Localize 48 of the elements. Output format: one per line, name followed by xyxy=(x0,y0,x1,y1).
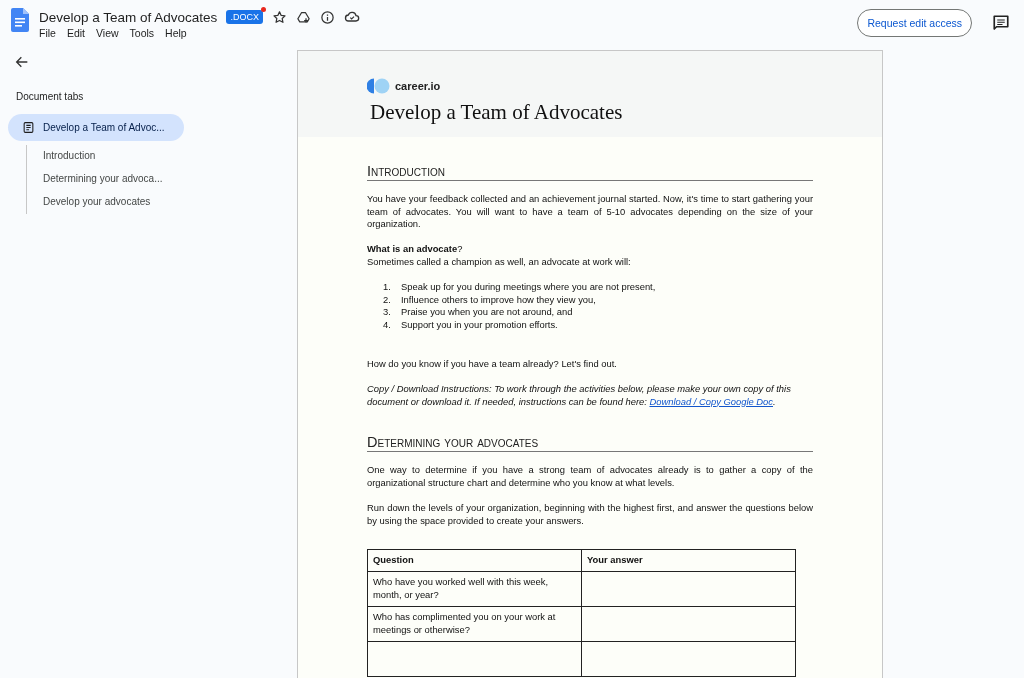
list-item-text: Praise you when you are not around, and xyxy=(401,306,573,320)
question-cell: Who has complimented you on your work at meetings or otherwise? xyxy=(367,606,582,642)
info-icon[interactable] xyxy=(319,9,335,25)
document-tab[interactable]: Develop a Team of Advoc... xyxy=(8,114,184,141)
comments-icon[interactable] xyxy=(992,14,1010,32)
body-text: How do you know if you have a team already? Let's find out. xyxy=(367,357,618,371)
body-text: What is an advocate? xyxy=(367,243,464,256)
list-item-text: Support you in your promotion efforts. xyxy=(401,319,558,332)
list-number: 4. xyxy=(383,319,392,332)
menu-item[interactable]: File xyxy=(39,27,56,39)
answer-cell[interactable] xyxy=(581,571,796,607)
column-header: Question xyxy=(367,549,582,572)
body-text: You have your feedback collected and an achievement journal started. Now, it's time to start gathering your team of advocates. You will want to have a team of 5-10 advocates depending on the size of your organization. xyxy=(367,192,813,232)
body-text: One way to determine if you have a strong team of advocates already is to gather a copy of the organizational structure chart and determine who you know at what levels. xyxy=(367,464,813,490)
drive-move-icon[interactable] xyxy=(295,9,311,25)
section-heading: Introduction xyxy=(367,165,813,181)
body-text: Sometimes called a champion as well, an advocate at work will: xyxy=(367,256,632,269)
list-number: 1. xyxy=(383,280,392,294)
sidebar-heading: Document tabs xyxy=(16,91,84,102)
list-number: 3. xyxy=(383,306,392,320)
star-icon[interactable] xyxy=(271,9,287,25)
file-type-badge: .DOCX xyxy=(226,10,263,24)
question-cell: Who have you worked well with this week, month, or year? xyxy=(367,571,582,607)
brand-logo-icon xyxy=(367,78,391,94)
section-heading: Determining your advocates xyxy=(367,436,813,453)
list-item-text: Influence others to improve how they view you, xyxy=(401,293,596,307)
document-title[interactable]: Develop a Team of Advocates xyxy=(39,9,218,25)
menu-item[interactable]: Edit xyxy=(66,27,85,39)
request-edit-access-button[interactable]: Request edit access xyxy=(857,9,972,37)
list-item-text: Speak up for you during meetings where you are not present, xyxy=(401,280,656,294)
brand-name: career.io xyxy=(395,80,441,92)
back-arrow-icon[interactable] xyxy=(14,54,30,70)
outline-item[interactable]: Develop your advocates xyxy=(43,191,163,214)
body-text: Run down the levels of your organization, beginning with the highest first, and answer the questions below by using the space provided to create your answers. xyxy=(367,501,813,528)
list-number: 2. xyxy=(383,293,392,307)
docs-logo-icon[interactable] xyxy=(11,8,29,32)
outline-item[interactable]: Determining your advoca... xyxy=(43,168,163,191)
outline-item[interactable]: Introduction xyxy=(43,145,163,168)
answer-cell[interactable] xyxy=(581,606,796,642)
menu-item[interactable]: View xyxy=(96,27,119,39)
menu-item[interactable]: Tools xyxy=(129,27,155,39)
document-icon xyxy=(22,121,35,134)
document-heading: Develop a Team of Advocates xyxy=(370,100,624,125)
doc-link[interactable]: Download / Copy Google Doc xyxy=(649,395,773,407)
menu-item[interactable]: Help xyxy=(165,27,187,39)
column-header: Your answer xyxy=(581,549,796,572)
instructions-text: Copy / Download Instructions: To work through the activities below, please make your own copy of this document or download it. If needed, instructions can be found here: Download / Copy Google Doc. xyxy=(367,382,792,409)
cloud-check-icon[interactable] xyxy=(343,9,360,25)
